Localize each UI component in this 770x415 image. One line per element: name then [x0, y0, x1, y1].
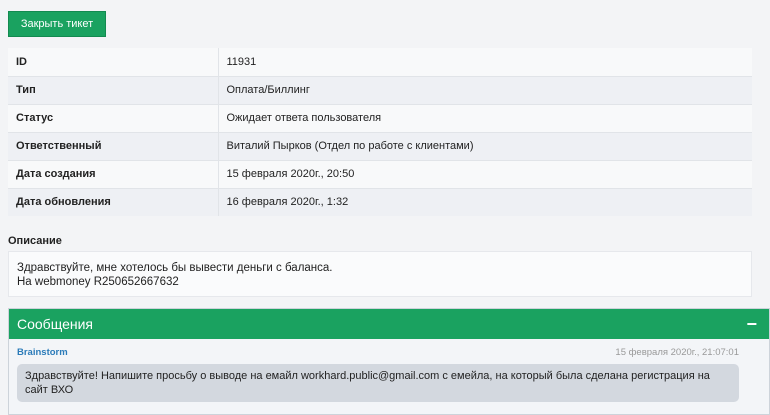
messages-header: Сообщения −: [9, 309, 769, 339]
message-bubble: Здравствуйте! Напишите просьбу о выводе …: [17, 364, 739, 402]
field-label-created: Дата создания: [8, 159, 219, 188]
messages-title: Сообщения: [17, 316, 93, 332]
close-ticket-button[interactable]: Закрыть тикет: [8, 11, 106, 37]
field-label-assignee: Ответственный: [8, 131, 219, 160]
collapse-icon[interactable]: −: [746, 315, 761, 333]
description-label: Описание: [8, 235, 62, 247]
table-row: Ответственный Виталий Пырков (Отдел по р…: [8, 131, 752, 160]
field-value-status: Ожидает ответа пользователя: [218, 103, 752, 132]
field-label-status: Статус: [8, 103, 219, 132]
field-label-type: Тип: [8, 75, 219, 104]
field-value-created: 15 февраля 2020г., 20:50: [218, 159, 752, 188]
ticket-info-table: ID 11931 Тип Оплата/Биллинг Статус Ожида…: [8, 48, 752, 216]
table-row: ID 11931: [8, 48, 752, 76]
table-row: Статус Ожидает ответа пользователя: [8, 103, 752, 132]
table-row: Тип Оплата/Биллинг: [8, 75, 752, 104]
field-label-updated: Дата обновления: [8, 187, 219, 216]
field-label-id: ID: [8, 48, 219, 76]
table-row: Дата создания 15 февраля 2020г., 20:50: [8, 159, 752, 188]
message-date: 15 февраля 2020г., 21:07:01: [615, 347, 739, 358]
field-value-assignee: Виталий Пырков (Отдел по работе с клиент…: [218, 131, 752, 160]
table-row: Дата обновления 16 февраля 2020г., 1:32: [8, 187, 752, 216]
message-author[interactable]: Brainstorm: [17, 347, 68, 358]
field-value-id: 11931: [218, 48, 752, 76]
field-value-updated: 16 февраля 2020г., 1:32: [218, 187, 752, 216]
description-line: На webmoney R250652667632: [17, 276, 179, 288]
ticket-page: Закрыть тикет ID 11931 Тип Оплата/Биллин…: [0, 0, 770, 415]
message-meta: Brainstorm 15 февраля 2020г., 21:07:01: [17, 347, 739, 358]
description-box: Здравствуйте, мне хотелось бы вывести де…: [8, 251, 752, 297]
field-value-type: Оплата/Биллинг: [218, 75, 752, 104]
description-line: Здравствуйте, мне хотелось бы вывести де…: [17, 262, 333, 274]
messages-panel: Сообщения − Brainstorm 15 февраля 2020г.…: [8, 308, 770, 415]
